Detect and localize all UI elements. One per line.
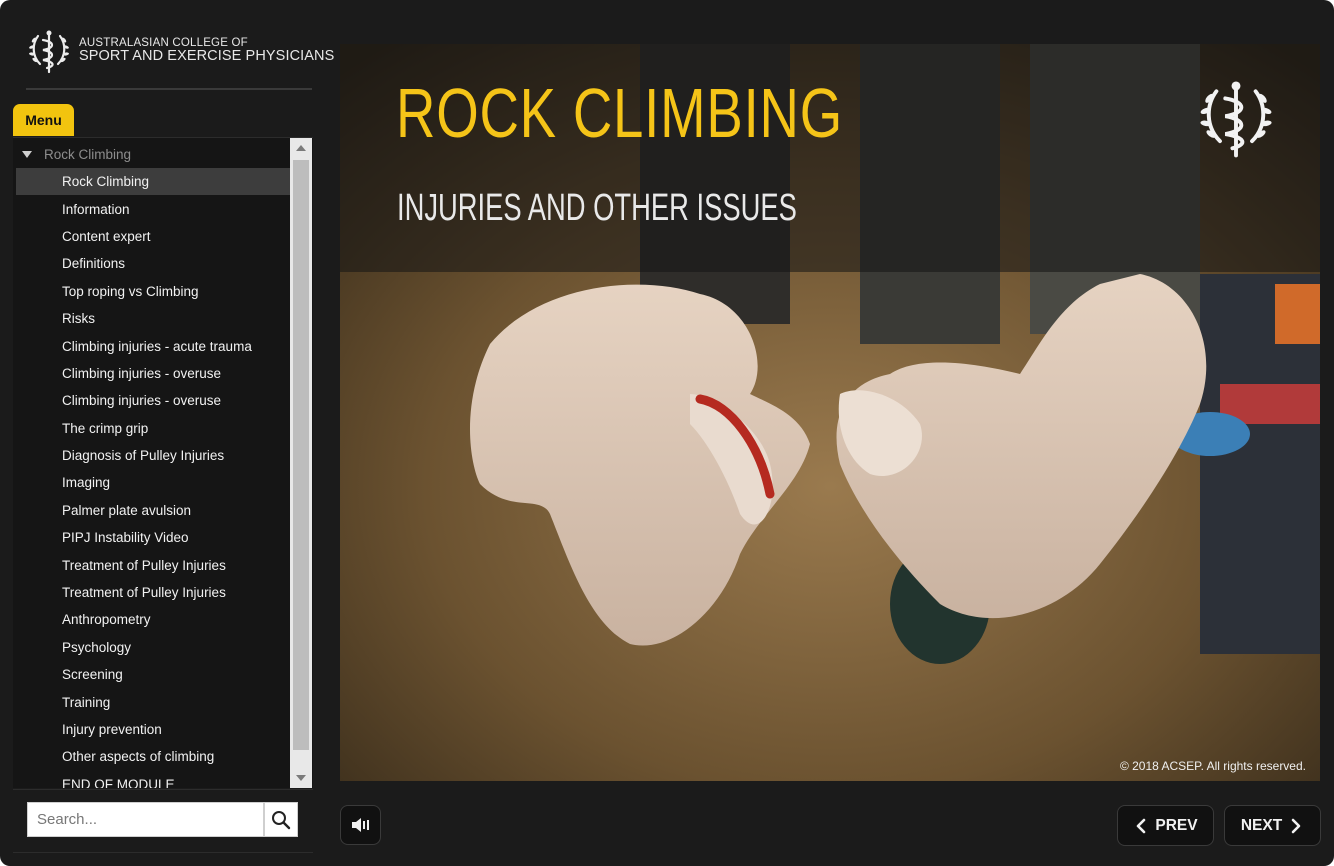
menu-item[interactable]: Risks [13, 305, 290, 332]
search-divider [13, 852, 313, 853]
collapse-triangle-icon[interactable] [22, 150, 32, 158]
slide-title: ROCK CLIMBING [396, 74, 844, 152]
menu-item[interactable]: Diagnosis of Pulley Injuries [13, 442, 290, 469]
menu-item[interactable]: Information [13, 195, 290, 222]
menu-item[interactable]: Psychology [13, 634, 290, 661]
scrollbar-thumb[interactable] [293, 160, 309, 750]
menu-group-label: Rock Climbing [44, 146, 132, 162]
menu-item[interactable]: Other aspects of climbing [13, 743, 290, 770]
menu-item[interactable]: The crimp grip [13, 415, 290, 442]
search-input[interactable] [27, 802, 264, 837]
next-button[interactable]: NEXT [1224, 805, 1321, 846]
audio-button[interactable] [340, 805, 381, 845]
menu-item[interactable]: Imaging [13, 469, 290, 496]
menu-item[interactable]: Injury prevention [13, 716, 290, 743]
menu-item[interactable]: Anthropometry [13, 606, 290, 633]
search-button[interactable] [264, 802, 298, 837]
menu-items: Rock Climbing Information Content expert De… [13, 168, 290, 788]
menu-item[interactable]: Climbing injuries - acute trauma [13, 332, 290, 359]
menu-scrollbar[interactable] [290, 138, 312, 788]
menu-item[interactable]: Climbing injuries - overuse [13, 360, 290, 387]
menu-item[interactable]: Content expert [13, 223, 290, 250]
logo-divider [26, 88, 312, 90]
brand-logo: AUSTRALASIAN COLLEGE OF SPORT AND EXERCI… [26, 26, 334, 76]
caduceus-laurel-icon [29, 30, 69, 74]
menu-item[interactable]: Treatment of Pulley Injuries [13, 579, 290, 606]
menu-group-header[interactable]: Rock Climbing [13, 144, 131, 164]
search-icon [272, 810, 291, 829]
prev-label: PREV [1155, 816, 1198, 834]
scroll-down-arrow-icon[interactable] [290, 768, 312, 788]
slide-subtitle: INJURIES AND OTHER ISSUES [397, 187, 797, 229]
menu-item[interactable]: Rock Climbing [16, 168, 290, 196]
menu-tab[interactable]: Menu [13, 104, 74, 136]
scroll-up-arrow-icon[interactable] [290, 138, 312, 158]
slide-content: ROCK CLIMBING INJURIES AND OTHER ISSUES [340, 44, 1320, 781]
menu-item[interactable]: Treatment of Pulley Injuries [13, 551, 290, 578]
caduceus-laurel-icon [1200, 81, 1272, 158]
menu-item[interactable]: Palmer plate avulsion [13, 497, 290, 524]
menu-list: Rock Climbing Rock Climbing Information Co… [13, 138, 290, 788]
brand-line-2: SPORT AND EXERCISE PHYSICIANS [79, 48, 335, 65]
menu-item[interactable]: Top roping vs Climbing [13, 278, 290, 305]
menu-bottom-divider [13, 789, 313, 790]
menu-item[interactable]: Screening [13, 661, 290, 688]
menu-item[interactable]: PIPJ Instability Video [13, 524, 290, 551]
prev-button[interactable]: PREV [1117, 805, 1214, 846]
menu-item[interactable]: Definitions [13, 250, 290, 277]
chevron-left-icon [1137, 818, 1146, 833]
menu-item[interactable]: Training [13, 688, 290, 715]
menu-item[interactable]: END OF MODULE [13, 771, 290, 788]
chevron-right-icon [1291, 818, 1301, 833]
copyright-notice: © 2018 ACSEP. All rights reserved. [1119, 759, 1306, 773]
player-frame: AUSTRALASIAN COLLEGE OF SPORT AND EXERCI… [0, 0, 1334, 866]
menu-panel: Rock Climbing Rock Climbing Information Co… [13, 137, 313, 788]
speaker-icon [351, 818, 369, 832]
menu-item[interactable]: Climbing injuries - overuse [13, 387, 290, 414]
next-label: NEXT [1240, 816, 1283, 834]
